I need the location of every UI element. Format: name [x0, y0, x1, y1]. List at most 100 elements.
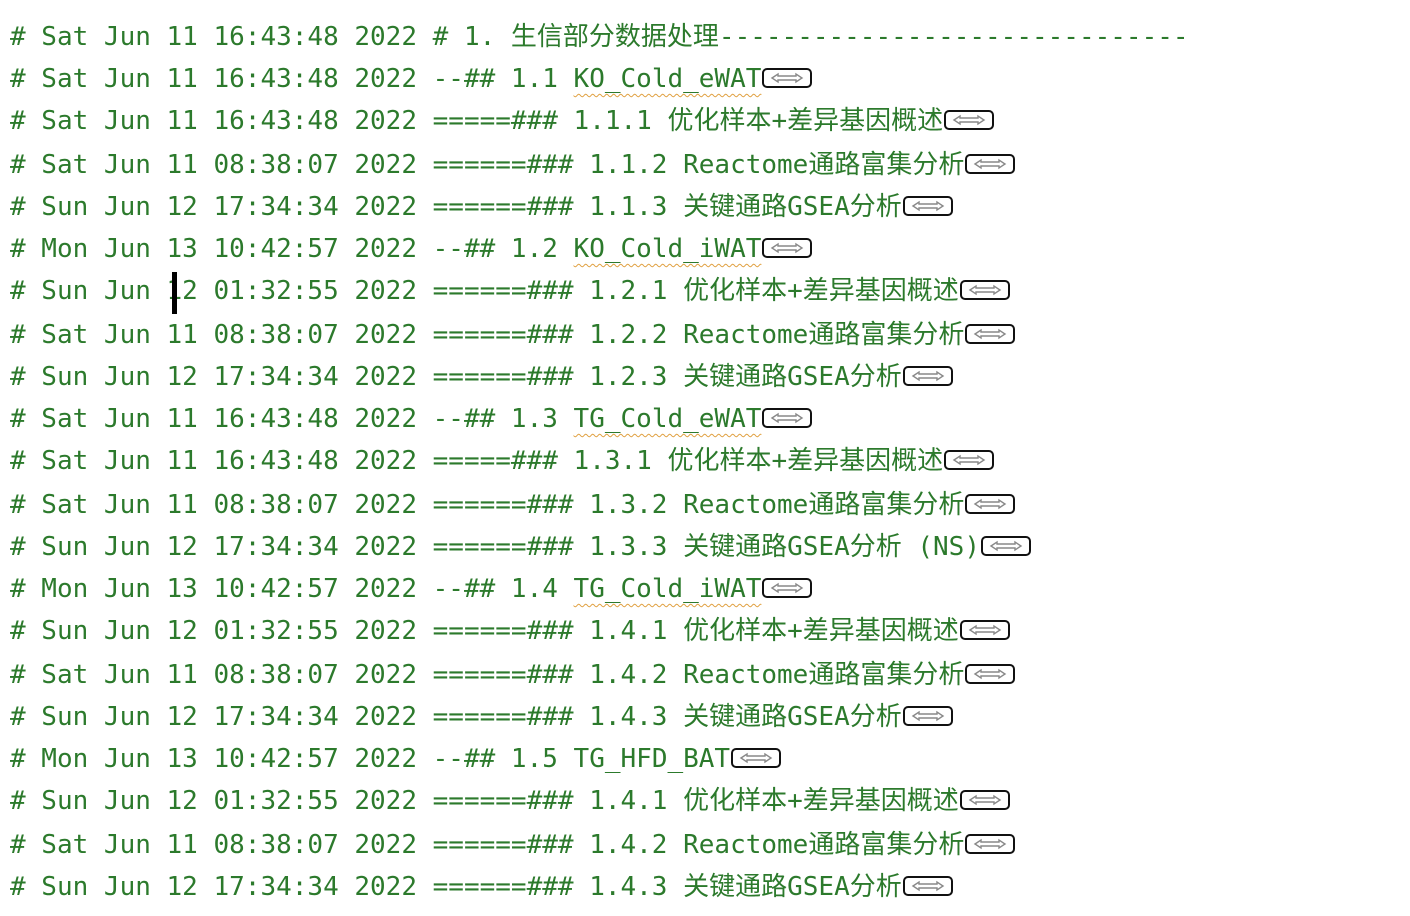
code-line[interactable]: # Sun Jun 12 17:34:34 2022 ======### 1.2… [10, 362, 1410, 392]
line-title: Reactome通路富集分析 [683, 150, 965, 180]
line-prefix: ======### 1.2.2 [432, 320, 684, 350]
fold-toggle-icon[interactable] [762, 67, 813, 88]
code-line[interactable]: # Sat Jun 11 16:43:48 2022 =====### 1.1.… [10, 106, 1410, 136]
code-line[interactable]: # Sat Jun 11 16:43:48 2022 --## 1.3 TG_C… [10, 404, 1410, 434]
code-line[interactable]: # Sat Jun 11 16:43:48 2022 --## 1.1 KO_C… [10, 64, 1410, 94]
line-prefix: ======### 1.4.3 [432, 702, 684, 732]
fold-toggle-icon[interactable] [944, 449, 995, 470]
line-date: # Mon Jun 13 10:42:57 2022 [10, 234, 417, 264]
line-prefix: ======### 1.1.2 [432, 150, 684, 180]
fold-toggle-icon[interactable] [902, 365, 953, 386]
fold-toggle-icon[interactable] [902, 705, 953, 726]
code-line[interactable]: # Sun Jun 12 17:34:34 2022 ======### 1.1… [10, 192, 1410, 222]
code-line[interactable]: # Sat Jun 11 16:43:48 2022 =====### 1.3.… [10, 446, 1410, 476]
line-prefix: ======### 1.2.3 [432, 362, 684, 392]
line-prefix: --## 1.2 [432, 234, 574, 264]
line-prefix: =====### 1.1.1 [432, 106, 668, 136]
line-title: 优化样本+差异基因概述 [683, 786, 959, 816]
line-title: 关键通路GSEA分析 (NS) [683, 532, 980, 562]
fold-toggle-icon[interactable] [762, 237, 813, 258]
code-line[interactable]: # Sat Jun 11 08:38:07 2022 ======### 1.4… [10, 660, 1410, 690]
fold-toggle-icon[interactable] [959, 619, 1010, 640]
fold-toggle-icon[interactable] [965, 833, 1016, 854]
line-title: Reactome通路富集分析 [683, 490, 965, 520]
fold-toggle-icon[interactable] [762, 407, 813, 428]
code-line[interactable]: # Mon Jun 13 10:42:57 2022 --## 1.5 TG_H… [10, 744, 1410, 774]
line-prefix: ======### 1.3.2 [432, 490, 684, 520]
line-date: # Sun Jun 12 01:32:55 2022 [10, 616, 417, 646]
code-line[interactable]: # Sun Jun 12 01:32:55 2022 ======### 1.4… [10, 616, 1410, 646]
line-title: 关键通路GSEA分析 [683, 702, 902, 732]
line-prefix: ======### 1.4.2 [432, 660, 684, 690]
line-prefix: ======### 1.4.1 [432, 786, 684, 816]
line-title: Reactome通路富集分析 [683, 320, 965, 350]
line-date: # Sat Jun 11 08:38:07 2022 [10, 660, 417, 690]
fold-toggle-icon[interactable] [965, 663, 1016, 684]
line-date: # Sun Jun 12 17:34:34 2022 [10, 872, 417, 902]
line-title: 优化样本+差异基因概述 [683, 616, 959, 646]
code-line[interactable]: # Sat Jun 11 08:38:07 2022 ======### 1.1… [10, 150, 1410, 180]
fold-toggle-icon[interactable] [902, 875, 953, 896]
code-line[interactable]: # Sun Jun 12 01:32:55 2022 ======### 1.4… [10, 786, 1410, 816]
line-title: TG_Cold_iWAT [573, 574, 762, 604]
code-line[interactable]: # Sun Jun 12 01:32:55 2022 ======### 1.2… [10, 276, 1410, 306]
fold-toggle-icon[interactable] [944, 109, 995, 130]
line-date: # Sat Jun 11 16:43:48 2022 [10, 446, 417, 476]
code-line[interactable]: # Mon Jun 13 10:42:57 2022 --## 1.2 KO_C… [10, 234, 1410, 264]
fold-toggle-icon[interactable] [965, 323, 1016, 344]
line-date: # Sun Jun 12 01:32:55 2022 [10, 786, 417, 816]
fold-toggle-icon[interactable] [959, 789, 1010, 810]
code-line[interactable]: # Sun Jun 12 17:34:34 2022 ======### 1.4… [10, 702, 1410, 732]
line-date: # Sat Jun 11 08:38:07 2022 [10, 150, 417, 180]
line-date: # Mon Jun 13 10:42:57 2022 [10, 744, 417, 774]
line-prefix: ======### 1.4.2 [432, 830, 684, 860]
fold-toggle-icon[interactable] [731, 747, 782, 768]
line-title: KO_Cold_eWAT [573, 64, 762, 94]
line-title: TG_Cold_eWAT [573, 404, 762, 434]
line-title: 关键通路GSEA分析 [683, 362, 902, 392]
line-date: # Sun Jun 12 01:32:55 2022 [10, 276, 417, 306]
line-prefix: --## 1.4 [432, 574, 574, 604]
code-line[interactable]: # Sun Jun 12 17:34:34 2022 ======### 1.4… [10, 872, 1410, 902]
line-prefix: ======### 1.1.3 [432, 192, 684, 222]
line-title: TG_HFD_BAT [573, 744, 731, 774]
fold-toggle-icon[interactable] [762, 577, 813, 598]
fold-toggle-icon[interactable] [902, 195, 953, 216]
line-date: # Sat Jun 11 16:43:48 2022 [10, 64, 417, 94]
line-title: KO_Cold_iWAT [573, 234, 762, 264]
line-prefix: ======### 1.4.1 [432, 616, 684, 646]
line-title: Reactome通路富集分析 [683, 660, 965, 690]
line-date: # Sun Jun 12 17:34:34 2022 [10, 362, 417, 392]
header-line[interactable]: # Sat Jun 11 16:43:48 2022 # 1. 生信部分数据处理… [10, 22, 1410, 52]
line-date: # Sat Jun 11 08:38:07 2022 [10, 320, 417, 350]
line-date: # Mon Jun 13 10:42:57 2022 [10, 574, 417, 604]
line-title: 优化样本+差异基因概述 [667, 446, 944, 476]
line-date: # Sun Jun 12 17:34:34 2022 [10, 192, 417, 222]
line-title: 关键通路GSEA分析 [683, 872, 902, 902]
code-editor[interactable]: # Sat Jun 11 16:43:48 2022 # 1. 生信部分数据处理… [0, 0, 1410, 916]
line-prefix: ======### 1.3.3 [432, 532, 684, 562]
line-title: 优化样本+差异基因概述 [683, 276, 959, 306]
line-date: # Sun Jun 12 17:34:34 2022 [10, 702, 417, 732]
line-prefix: --## 1.3 [432, 404, 574, 434]
fold-toggle-icon[interactable] [965, 493, 1016, 514]
text-cursor [172, 272, 177, 314]
code-line[interactable]: # Sat Jun 11 08:38:07 2022 ======### 1.3… [10, 490, 1410, 520]
fold-toggle-icon[interactable] [959, 279, 1010, 300]
line-date: # Sat Jun 11 08:38:07 2022 [10, 830, 417, 860]
fold-toggle-icon[interactable] [981, 535, 1031, 556]
code-line[interactable]: # Mon Jun 13 10:42:57 2022 --## 1.4 TG_C… [10, 574, 1410, 604]
line-prefix: ======### 1.2.1 [432, 276, 684, 306]
line-prefix: ======### 1.4.3 [432, 872, 684, 902]
fold-toggle-icon[interactable] [965, 153, 1016, 174]
line-date: # Sat Jun 11 16:43:48 2022 [10, 106, 417, 136]
code-line[interactable]: # Sun Jun 12 17:34:34 2022 ======### 1.3… [10, 532, 1410, 562]
line-prefix: --## 1.5 [432, 744, 574, 774]
line-title: Reactome通路富集分析 [683, 830, 965, 860]
line-date: # Sat Jun 11 16:43:48 2022 [10, 404, 417, 434]
code-line[interactable]: # Sat Jun 11 08:38:07 2022 ======### 1.4… [10, 830, 1410, 860]
line-title: 优化样本+差异基因概述 [667, 106, 944, 136]
code-line[interactable]: # Sat Jun 11 08:38:07 2022 ======### 1.2… [10, 320, 1410, 350]
line-prefix: --## 1.1 [432, 64, 574, 94]
line-date: # Sun Jun 12 17:34:34 2022 [10, 532, 417, 562]
